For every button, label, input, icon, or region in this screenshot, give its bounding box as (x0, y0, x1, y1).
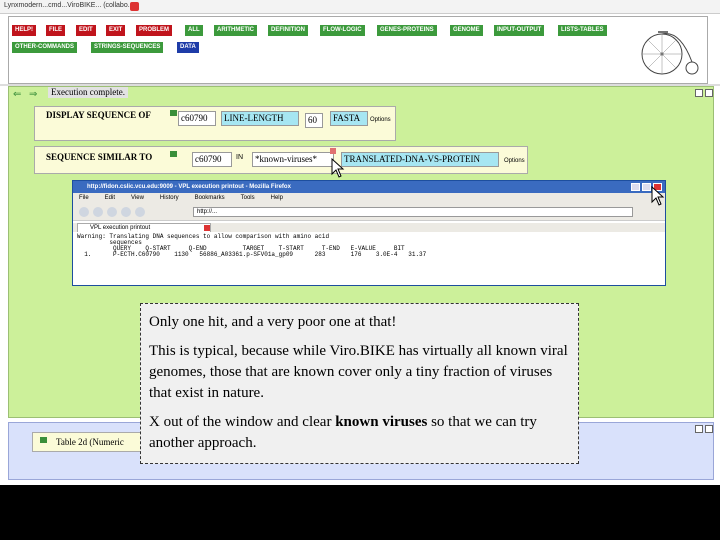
forward-arrow-icon[interactable]: ⇒ (29, 90, 41, 100)
command-button-arithmetic[interactable]: ARITHMETIC (214, 25, 257, 36)
url-field[interactable]: http://... (193, 207, 633, 217)
menu-item-tools[interactable]: Tools (241, 195, 255, 201)
command-button-exit[interactable]: EXIT (106, 25, 126, 36)
menu-item-file[interactable]: File (79, 195, 89, 201)
command-button-input-output[interactable]: INPUT-OUTPUT (494, 25, 545, 36)
command-button-problem[interactable]: PROBLEM (136, 25, 172, 36)
browser-menubar: File Edit View History Bookmarks Tools Help (73, 193, 665, 203)
cursor-icon (331, 158, 345, 178)
command-button-edit[interactable]: EDIT (76, 25, 96, 36)
window-titlebar: Lynxmodern...cmd...ViroBIKE... (collabo.… (0, 0, 720, 14)
menu-item-view[interactable]: View (131, 195, 144, 201)
command-button-other-commands[interactable]: OTHER-COMMANDS (12, 42, 77, 53)
arg-slot-known-viruses[interactable]: *known-viruses* (252, 152, 334, 167)
annotation-callout: Only one hit, and a very poor one at tha… (140, 303, 579, 464)
maximize-icon[interactable] (642, 183, 651, 191)
keyword-fasta[interactable]: FASTA (330, 111, 368, 126)
command-button-file[interactable]: FILE (46, 25, 65, 36)
reload-icon[interactable] (107, 207, 117, 217)
options-label[interactable]: Options (370, 117, 391, 123)
status-message: Execution complete. (48, 87, 128, 98)
command-button-flow-logic[interactable]: FLOW-LOGIC (320, 25, 365, 36)
command-button-genome[interactable]: GENOME (450, 25, 483, 36)
callout-line-1: Only one hit, and a very poor one at tha… (149, 314, 397, 330)
in-label: IN (236, 154, 243, 161)
menu-item-bookmarks[interactable]: Bookmarks (195, 195, 225, 201)
flag-icon (170, 151, 177, 157)
command-button-lists-tables[interactable]: LISTS-TABLES (558, 25, 607, 36)
block-title: SEQUENCE SIMILAR TO (46, 152, 153, 162)
close-tab-icon[interactable] (204, 225, 210, 231)
arg-slot[interactable]: c60790 (178, 111, 216, 126)
printout-text: Warning: Translating DNA sequences to al… (77, 233, 427, 258)
command-button-strings-sequences[interactable]: STRINGS-SEQUENCES (91, 42, 164, 53)
table-block-label: Table 2d (Numeric (56, 437, 124, 447)
browser-toolbar: http://... (73, 203, 665, 221)
close-icon[interactable] (130, 2, 139, 11)
callout-emphasis: known viruses (335, 414, 428, 430)
minimize-icon[interactable] (695, 425, 703, 433)
minimize-icon[interactable] (695, 89, 703, 97)
bicycle-logo-icon (641, 31, 699, 75)
stop-icon[interactable] (121, 207, 131, 217)
callout-line-2: This is typical, because while Viro.BIKE… (149, 343, 568, 401)
browser-title: http://fidon.cslic.vcu.edu:9009 - VPL ex… (73, 181, 665, 193)
browser-tabs: VPL execution printout (73, 223, 665, 232)
line-length-value[interactable]: 60 (305, 113, 323, 128)
keyword-translated[interactable]: TRANSLATED-DNA-VS-PROTEIN (341, 152, 499, 167)
back-arrow-icon[interactable]: ⇐ (13, 90, 25, 100)
command-button-data[interactable]: DATA (177, 42, 199, 53)
callout-line-3: X out of the window and clear known viru… (149, 412, 570, 454)
close-icon[interactable] (705, 425, 713, 433)
callout-text: X out of the window and clear (149, 414, 336, 430)
flag-icon (170, 110, 177, 116)
command-button-genes-proteins[interactable]: GENES-PROTEINS (377, 25, 437, 36)
command-button-help[interactable]: HELP! (12, 25, 36, 36)
menu-item-history[interactable]: History (160, 195, 179, 201)
block-title: DISPLAY SEQUENCE OF (46, 110, 151, 120)
command-button-all[interactable]: ALL (185, 25, 203, 36)
home-icon[interactable] (135, 207, 145, 217)
cursor-icon (651, 186, 665, 206)
command-button-definition[interactable]: DEFINITION (268, 25, 308, 36)
arg-slot[interactable]: c60790 (192, 152, 232, 167)
flag-icon (40, 437, 47, 443)
browser-window: http://fidon.cslic.vcu.edu:9009 - VPL ex… (72, 180, 666, 286)
close-icon[interactable] (705, 89, 713, 97)
minimize-icon[interactable] (631, 183, 640, 191)
forward-icon[interactable] (93, 207, 103, 217)
app-window: Lynxmodern...cmd...ViroBIKE... (collabo.… (0, 0, 720, 485)
screen: Lynxmodern...cmd...ViroBIKE... (collabo.… (0, 0, 720, 540)
menu-item-help[interactable]: Help (271, 195, 283, 201)
menu-item-edit[interactable]: Edit (105, 195, 115, 201)
window-title: Lynxmodern...cmd...ViroBIKE... (collabo.… (4, 2, 134, 9)
remove-icon[interactable] (330, 148, 336, 154)
tab-printout[interactable]: VPL execution printout (77, 223, 211, 232)
back-icon[interactable] (79, 207, 89, 217)
tab-label: VPL execution printout (90, 225, 151, 231)
options-label[interactable]: Options (504, 158, 525, 164)
keyword-line-length[interactable]: LINE-LENGTH (221, 111, 299, 126)
